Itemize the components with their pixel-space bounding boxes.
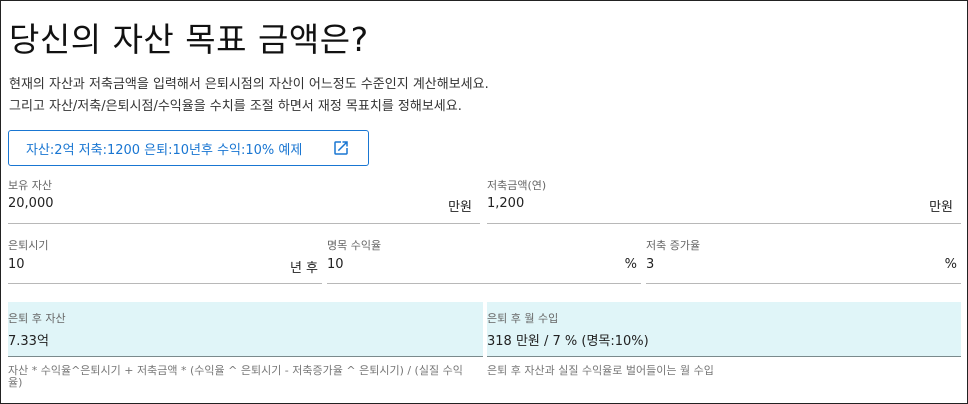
savings-growth-label: 저축 증가율 bbox=[646, 239, 701, 252]
monthly-income-result: 은퇴 후 월 수입 318 만원 / 7 % (명목:10%) bbox=[487, 302, 961, 357]
description-line-1: 현재의 자산과 저축금액을 입력해서 은퇴시점의 자산이 어느정도 수준인지 계… bbox=[9, 77, 489, 92]
nominal-return-unit: % bbox=[624, 257, 637, 272]
open-in-new-icon bbox=[334, 141, 348, 155]
monthly-income-description: 은퇴 후 자산과 실질 수익율로 벌어들이는 월 수입 bbox=[487, 364, 714, 377]
assets-after-value: 7.33억 bbox=[8, 334, 49, 349]
savings-input[interactable]: 1,200 bbox=[487, 196, 524, 211]
monthly-income-underline bbox=[487, 356, 961, 357]
savings-label: 저축금액(연) bbox=[487, 179, 547, 192]
savings-growth-input[interactable]: 3 bbox=[646, 257, 654, 272]
savings-field[interactable]: 저축금액(연) 1,200 만원 bbox=[487, 177, 961, 225]
example-button[interactable]: 자산:2억 저축:1200 은퇴:10년후 수익:10% 예제 bbox=[8, 130, 369, 166]
nominal-return-label: 명목 수익율 bbox=[327, 239, 382, 252]
nominal-return-input[interactable]: 10 bbox=[327, 257, 344, 272]
assets-after-label: 은퇴 후 자산 bbox=[8, 312, 66, 325]
monthly-income-value: 318 만원 / 7 % (명목:10%) bbox=[487, 334, 649, 349]
assets-field[interactable]: 보유 자산 20,000 만원 bbox=[8, 177, 480, 225]
savings-underline bbox=[487, 223, 961, 224]
monthly-income-label: 은퇴 후 월 수입 bbox=[487, 312, 559, 325]
assets-input[interactable]: 20,000 bbox=[8, 196, 54, 211]
savings-growth-underline bbox=[646, 283, 961, 284]
assets-after-underline bbox=[8, 356, 483, 357]
example-button-label: 자산:2억 저축:1200 은퇴:10년후 수익:10% 예제 bbox=[26, 142, 303, 158]
description-line-2: 그리고 자산/저축/은퇴시점/수익율을 수치를 조절 하면서 재정 목표치를 정… bbox=[9, 99, 462, 114]
retire-years-field[interactable]: 은퇴시기 10 년 후 bbox=[8, 237, 322, 285]
retire-years-input[interactable]: 10 bbox=[8, 257, 25, 272]
nominal-return-field[interactable]: 명목 수익율 10 % bbox=[327, 237, 641, 285]
assets-underline bbox=[8, 223, 480, 224]
page-title: 당신의 자산 목표 금액은? bbox=[9, 20, 369, 59]
nominal-return-underline bbox=[327, 283, 641, 284]
assets-after-formula: 자산 * 수익율^은퇴시기 + 저축금액 * (수익율 ^ 은퇴시기 - 저축증… bbox=[8, 364, 463, 389]
savings-growth-field[interactable]: 저축 증가율 3 % bbox=[646, 237, 961, 285]
assets-label: 보유 자산 bbox=[8, 179, 52, 192]
retire-years-underline bbox=[8, 283, 322, 284]
retire-years-label: 은퇴시기 bbox=[8, 239, 49, 252]
retire-years-unit: 년 후 bbox=[289, 261, 318, 276]
savings-unit: 만원 bbox=[929, 200, 953, 215]
savings-growth-unit: % bbox=[944, 257, 957, 272]
calculator-panel: 당신의 자산 목표 금액은? 현재의 자산과 저축금액을 입력해서 은퇴시점의 … bbox=[0, 0, 968, 404]
assets-after-result: 은퇴 후 자산 7.33억 bbox=[8, 302, 483, 357]
assets-unit: 만원 bbox=[448, 200, 472, 215]
